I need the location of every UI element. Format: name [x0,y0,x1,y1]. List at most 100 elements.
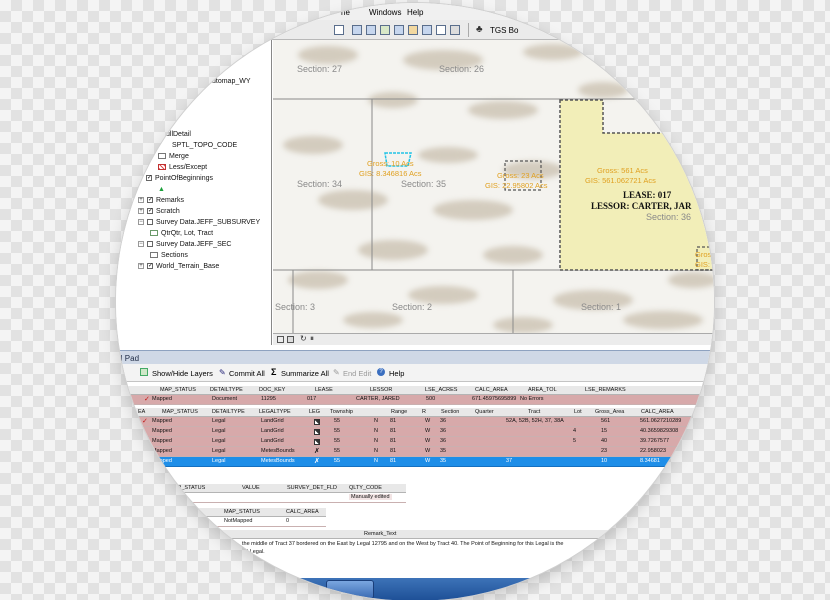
lease-polygon[interactable] [559,99,714,271]
map-view[interactable]: Section: 27 Section: 26 Section: 34 Sect… [273,40,714,333]
layer-icon[interactable] [352,25,362,35]
col-calc-area[interactable]: CALC_AREA [475,387,508,393]
table-row[interactable]: Mapped Legal MetesBounds ✗ 55 N 81 W 35 … [116,447,714,457]
col-remark-text[interactable]: Remark_Text [364,531,396,537]
overflow-icon[interactable] [450,25,460,35]
table-row[interactable]: Mapped Legal LandGrid 55 N 81 W 36 5 40 … [116,437,714,447]
end-edit-button[interactable]: End Edit [343,369,371,378]
tgs-logo-icon[interactable]: ♣ [476,24,483,35]
toc-item-jeff-sec[interactable]: − Survey Data.JEFF_SEC [138,239,231,249]
toc-item-parceldetail[interactable]: ullDetail [166,129,191,139]
page-icon[interactable] [436,25,446,35]
collapse-icon[interactable]: − [138,219,144,225]
toc-item-world-terrain-base[interactable]: + ✓ World_Terrain_Base [138,261,219,271]
folder-icon[interactable] [408,25,418,35]
table-icon[interactable] [366,25,376,35]
col-map-status[interactable]: MAP_STATUS [160,387,196,393]
col-quarter[interactable]: Quarter [475,409,494,415]
col-lse-remarks[interactable]: LSE_REMARKS [585,387,626,393]
map-icon[interactable] [380,25,390,35]
cell-gross-area: 10 [601,458,608,464]
refresh-icon[interactable]: ↻ [300,334,307,343]
help-button[interactable]: Help [389,369,404,378]
cell-detailtype: Legal [212,428,226,434]
toc-item-qtrqtr[interactable]: QtrQtr, Lot, Tract [150,228,213,238]
col-area-tol[interactable]: AREA_TOL [528,387,557,393]
table-row[interactable]: ✓ Mapped Document 11295 017 CARTER, JARE… [116,395,714,405]
toc-item-label: World_Terrain_Base [156,262,220,270]
table-row[interactable]: Manually edited [116,493,406,503]
toc-item-remarks[interactable]: + ✓ Remarks [138,195,184,205]
layer-checkbox[interactable]: ✓ [147,208,153,214]
col-map-status[interactable]: AP_STATUS [174,485,205,491]
col-leg[interactable]: LEG [309,409,320,415]
table-row[interactable]: Mapped Legal LandGrid 55 N 81 W 36 4 15 … [116,427,714,437]
col-qlty-code[interactable]: QLTY_CODE [349,485,382,491]
summarize-all-button[interactable]: Summarize All [281,369,329,378]
find-button[interactable]: nd [116,369,124,378]
toc-item-sections[interactable]: Sections [150,250,188,260]
toc-item-less-except[interactable]: Less/Except [158,162,207,172]
table-row-selected[interactable]: Mapped Legal MetesBounds ✗ 55 N 81 W 35 … [116,457,714,467]
col-doc-key[interactable]: DOC_KEY [259,387,285,393]
table-row[interactable]: ✓ Mapped Legal LandGrid 55 N 81 W 36 52A… [116,417,714,427]
grid-icon[interactable] [422,25,432,35]
expand-icon[interactable]: + [138,197,144,203]
col-map-status[interactable]: MAP_STATUS [162,409,198,415]
col-survey-det-fld[interactable]: SURVEY_DET_FLD [287,485,337,491]
col-lease[interactable]: LEASE [315,387,333,393]
col-tract[interactable]: Tract [528,409,540,415]
expand-icon[interactable]: + [138,208,144,214]
menu-item-windows[interactable]: Windows [369,8,401,17]
col-gross-area[interactable]: Gross_Area [595,409,624,415]
lease-gross-label: Gross: 561 Acs [597,166,648,175]
cell-range: 81 [390,418,397,424]
menu-item-help[interactable]: Help [407,8,423,17]
layer-checkbox[interactable] [147,219,153,225]
col-legaltype[interactable]: LEGALTYPE [259,409,291,415]
cell-calc-area: 22.958023 [640,448,666,454]
toc-item-merge[interactable]: Merge [158,151,189,161]
toc-item-scratch[interactable]: + ✓ Scratch [138,206,180,216]
table-header-row: MAP_STATUS CALC_AREA [116,508,326,517]
commit-all-button[interactable]: Commit All [229,369,265,378]
menu-item-file[interactable]: ne [341,8,350,17]
remark-text-cell[interactable]: the middle of Tract 37 bordered on the E… [116,539,714,559]
col-area[interactable]: EA [138,409,145,415]
map-canvas[interactable]: Section: 27 Section: 26 Section: 34 Sect… [273,40,714,333]
taskbar-app-button[interactable] [326,580,374,599]
tgs-button-label[interactable]: TGS Bo [490,26,518,35]
table-row[interactable]: NotMapped 0 [116,517,326,527]
layer-checkbox[interactable]: ✓ [146,175,152,181]
col-lse-acres[interactable]: LSE_ACRES [425,387,457,393]
cell-gross-area: 561 [601,418,611,424]
col-value[interactable]: VALUE [242,485,260,491]
show-hide-layers-button[interactable]: Show/Hide Layers [152,369,213,378]
col-calc-area[interactable]: CALC_AREA [641,409,674,415]
toc-item-pointofbeginnings[interactable]: ✓ PointOfBeginnings [146,173,213,183]
col-lessor[interactable]: LESSOR [370,387,392,393]
window-icon[interactable] [394,25,404,35]
pause-icon[interactable]: ⏸ [310,334,314,344]
dropdown-icon[interactable] [334,25,344,35]
col-detailtype[interactable]: DETAILTYPE [210,387,243,393]
col-lot[interactable]: Lot [574,409,582,415]
data-view-icon[interactable] [287,336,294,343]
toc-item-jeff-subsurvey[interactable]: − Survey Data.JEFF_SUBSURVEY [138,217,260,227]
col-calc-area[interactable]: CALC_AREA [286,509,319,515]
layer-checkbox[interactable] [147,241,153,247]
section-label: Section: 2 [392,302,432,312]
layer-checkbox[interactable]: ✓ [147,263,153,269]
toc-item-sptl-topo-code[interactable]: SPTL_TOPO_CODE [172,140,237,150]
toc-item-automap[interactable]: utomap_WY [212,76,251,86]
layout-view-icon[interactable] [277,336,284,343]
col-r[interactable]: R [422,409,426,415]
expand-icon[interactable]: + [138,263,144,269]
col-map-status[interactable]: MAP_STATUS [224,509,260,515]
layer-checkbox[interactable]: ✓ [147,197,153,203]
collapse-icon[interactable]: − [138,241,144,247]
col-range[interactable]: Range [391,409,407,415]
col-detailtype[interactable]: DETAILTYPE [212,409,245,415]
col-township[interactable]: Township [330,409,353,415]
col-section[interactable]: Section [441,409,459,415]
